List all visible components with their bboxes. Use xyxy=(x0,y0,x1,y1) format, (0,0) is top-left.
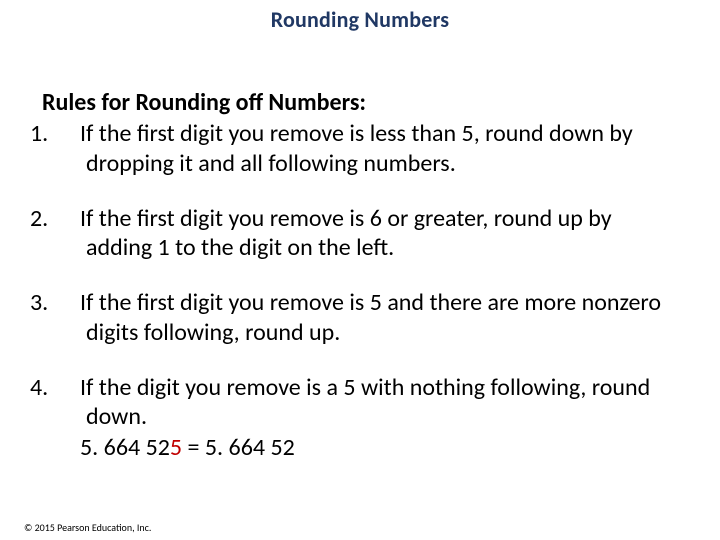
slide-title: Rounding Numbers xyxy=(0,6,720,33)
rule-number: 4. xyxy=(58,373,80,402)
example-equation: 5. 664 525 = 5. 664 52 xyxy=(42,433,678,462)
slide-body: Rules for Rounding off Numbers: 1.If the… xyxy=(42,88,678,463)
rule-4: 4.If the digit you remove is a 5 with no… xyxy=(42,373,678,432)
copyright-notice: © 2015 Pearson Education, Inc. xyxy=(24,521,151,534)
example-equals: = xyxy=(182,433,205,462)
example-lhs-highlight: 5 xyxy=(170,433,182,462)
rule-text: If the first digit you remove is 6 or gr… xyxy=(80,204,612,262)
rule-2: 2.If the first digit you remove is 6 or … xyxy=(42,204,678,263)
rule-number: 2. xyxy=(58,204,80,233)
rule-1: 1.If the first digit you remove is less … xyxy=(42,119,678,178)
rule-text: If the first digit you remove is less th… xyxy=(80,119,633,177)
example-lhs-part1: 5. 664 52 xyxy=(80,433,170,462)
rules-heading: Rules for Rounding off Numbers: xyxy=(42,88,678,117)
rule-3: 3.If the first digit you remove is 5 and… xyxy=(42,288,678,347)
rule-number: 3. xyxy=(58,288,80,317)
rule-number: 1. xyxy=(58,119,80,148)
example-rhs: 5. 664 52 xyxy=(205,433,295,462)
rule-text: If the digit you remove is a 5 with noth… xyxy=(80,373,650,431)
rule-text: If the first digit you remove is 5 and t… xyxy=(80,288,661,346)
slide: Rounding Numbers Rules for Rounding off … xyxy=(0,0,720,540)
